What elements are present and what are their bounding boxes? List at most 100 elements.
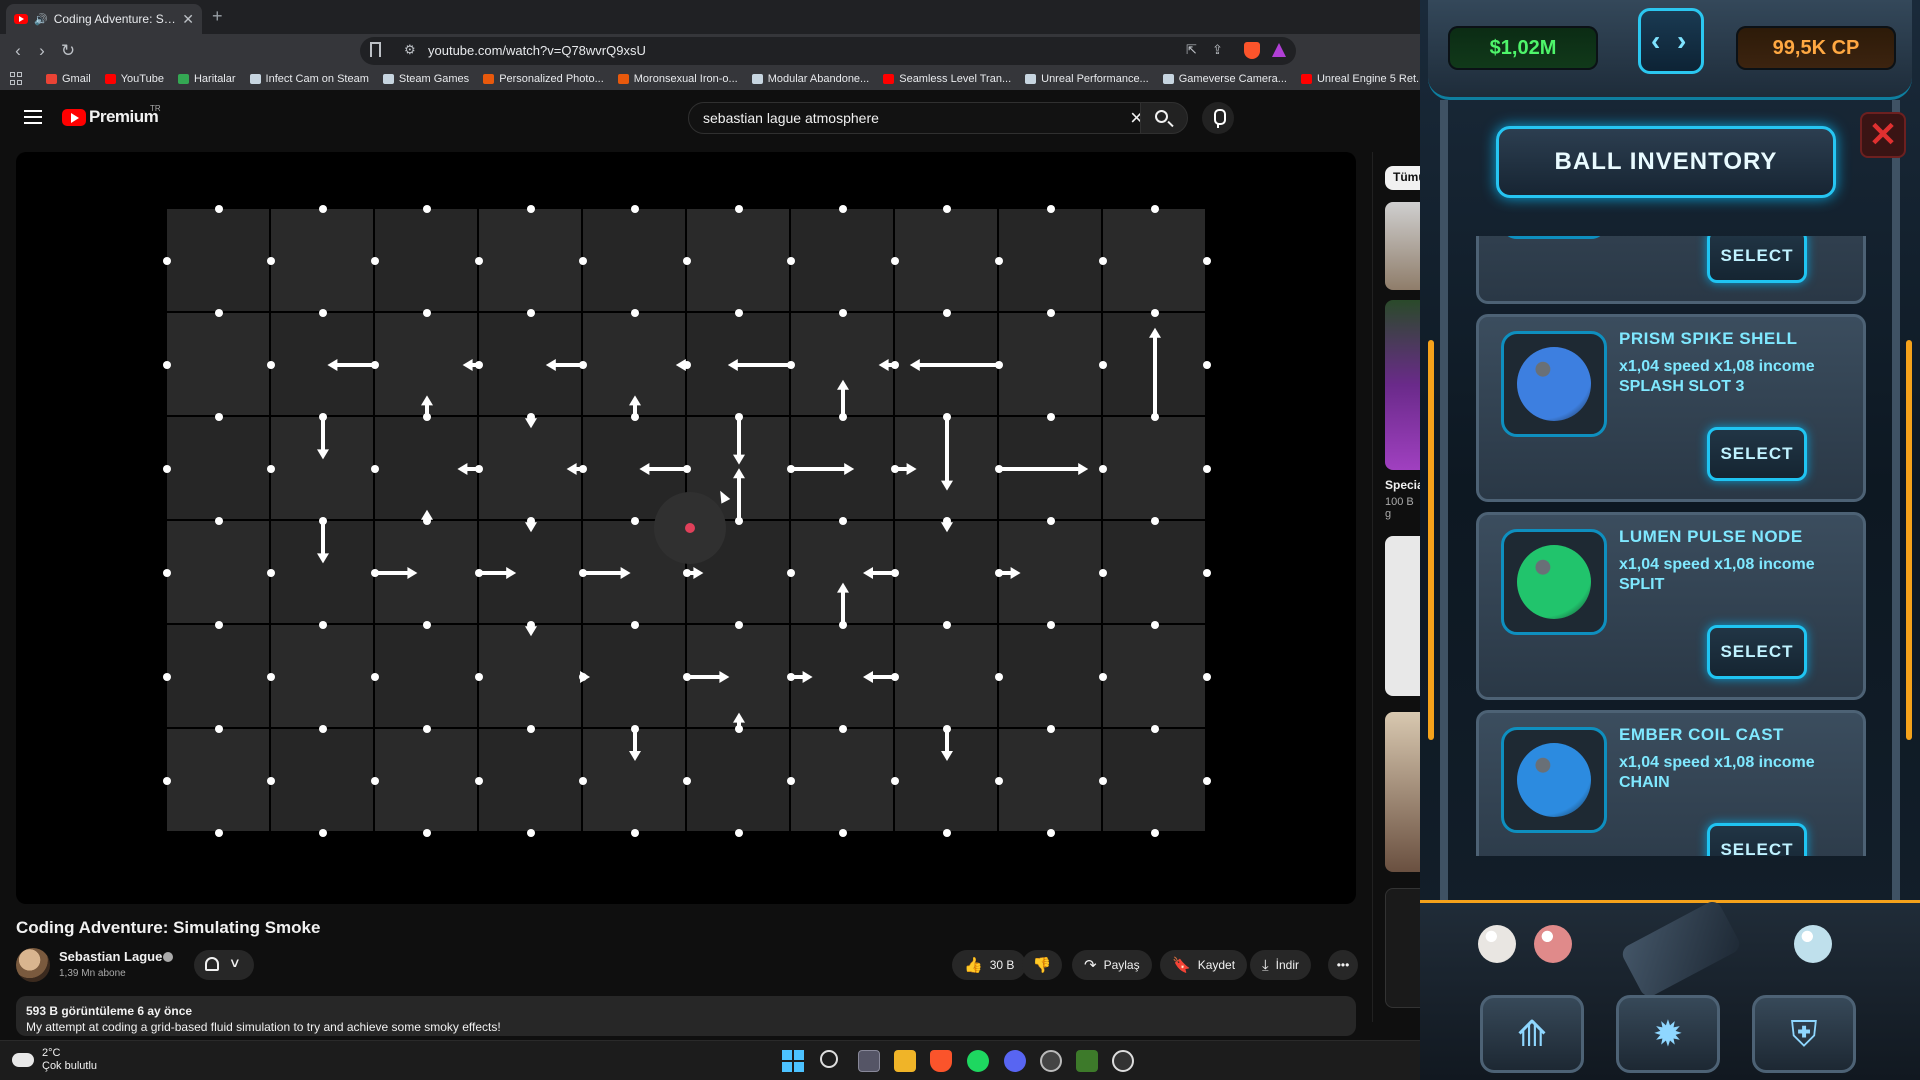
notepad-icon[interactable] (1076, 1050, 1098, 1072)
taskbar-search-icon[interactable] (820, 1050, 838, 1068)
velocity-dot (371, 673, 379, 681)
close-tab-icon[interactable]: ✕ (182, 11, 194, 28)
reload-icon[interactable]: ↻ (56, 39, 80, 63)
menu-icon[interactable] (24, 110, 42, 124)
more-button[interactable]: ••• (1328, 950, 1358, 980)
select-button[interactable]: SELECT (1707, 823, 1807, 856)
channel-name[interactable]: Sebastian Lague (59, 949, 162, 964)
download-button[interactable]: ⤓ İndir (1250, 950, 1311, 980)
forward-icon[interactable]: › (30, 39, 54, 63)
file-explorer-icon[interactable] (894, 1050, 916, 1072)
brave-taskbar-icon[interactable] (930, 1050, 952, 1072)
velocity-dot (215, 413, 223, 421)
select-button[interactable]: SELECT (1707, 236, 1807, 283)
site-info-icon[interactable]: ⚙ (404, 42, 416, 58)
youtube-logo-text[interactable]: Premium (89, 107, 159, 127)
density-source-dot (685, 523, 695, 533)
related-thumbnail[interactable] (1385, 300, 1421, 470)
select-button[interactable]: SELECT (1707, 427, 1807, 481)
weather-widget[interactable]: 2°C Çok bulutlu (8, 1047, 98, 1073)
new-tab-icon[interactable]: + (212, 6, 223, 27)
bookmark-item[interactable]: Moronsexual Iron-o... (617, 73, 738, 85)
bookmark-item[interactable]: Personalized Photo... (483, 73, 604, 85)
ball-card[interactable]: speed x1,08 income SLOT 2SELECT (1476, 236, 1866, 304)
youtube-favicon-icon (14, 14, 28, 24)
bookmark-item[interactable]: Unreal Performance... (1025, 73, 1149, 85)
save-button[interactable]: 🔖 Kaydet (1160, 950, 1248, 980)
velocity-dot (215, 517, 223, 525)
bookmark-item[interactable]: YouTube (104, 73, 164, 85)
grid-cell (479, 729, 581, 831)
bookmark-item[interactable]: Steam Games (382, 73, 469, 85)
open-external-icon[interactable]: ⇱ (1186, 42, 1197, 58)
windows-start-icon[interactable] (782, 1050, 804, 1072)
description-box[interactable]: 593 B görüntüleme 6 ay önce My attempt a… (16, 996, 1356, 1036)
share-icon[interactable]: ⇪ (1212, 42, 1223, 58)
dislike-button[interactable]: 👎 (1022, 950, 1062, 980)
spotify-icon[interactable] (967, 1050, 989, 1072)
back-icon[interactable]: ‹ (6, 39, 30, 63)
velocity-dot (267, 361, 275, 369)
notification-button[interactable]: ∨ (194, 950, 254, 980)
close-inventory-button[interactable]: ✕ (1860, 112, 1906, 158)
share-button[interactable]: ↷ Paylaş (1072, 950, 1152, 980)
voice-search-button[interactable] (1202, 102, 1234, 134)
velocity-dot (371, 257, 379, 265)
youtube-logo-icon[interactable] (62, 109, 86, 126)
select-button[interactable]: SELECT (1707, 625, 1807, 679)
velocity-dot (943, 621, 951, 629)
discord-icon[interactable] (1004, 1050, 1026, 1072)
bookmark-favicon-icon (483, 74, 495, 84)
apps-grid-icon[interactable] (10, 72, 22, 86)
related-thumbnail[interactable] (1385, 888, 1421, 1008)
bookmark-item[interactable]: Gameverse Camera... (1162, 73, 1287, 85)
browser-tab[interactable]: 🔊 Coding Adventure: Simulating Smoke ✕ (6, 4, 202, 34)
ball-card[interactable]: LUMEN PULSE NODE x1,04 speed x1,08 income… (1476, 512, 1866, 700)
bookmark-label: Unreal Performance... (1041, 73, 1149, 85)
grid-cell (895, 625, 997, 727)
brave-rewards-icon[interactable] (1272, 43, 1286, 57)
grid-cell (1103, 417, 1205, 519)
velocity-dot (735, 829, 743, 837)
ball-card[interactable]: EMBER COIL CAST x1,04 speed x1,08 income … (1476, 710, 1866, 856)
search-input[interactable]: sebastian lague atmosphere × (688, 102, 1150, 134)
bookmark-item[interactable]: Haritalar (177, 73, 236, 85)
task-view-icon[interactable] (858, 1050, 880, 1072)
velocity-dot (1047, 829, 1055, 837)
subscriber-count: 1,39 Mn abone (59, 968, 126, 979)
bookmark-item[interactable]: Seamless Level Tran... (883, 73, 1011, 85)
temperature: 2°C (42, 1047, 61, 1059)
related-thumbnail[interactable] (1385, 536, 1421, 696)
speaker-icon[interactable]: 🔊 (34, 13, 48, 26)
url-text[interactable]: youtube.com/watch?v=Q78wvrQ9xsU (428, 43, 646, 58)
bookmark-icon[interactable] (370, 42, 381, 57)
bookmark-item[interactable]: Gmail (46, 73, 91, 85)
channel-avatar[interactable] (16, 948, 50, 982)
weather-text: Çok bulutlu (42, 1060, 98, 1072)
related-thumbnail[interactable] (1385, 712, 1421, 872)
ball-card[interactable]: PRISM SPIKE SHELL x1,04 speed x1,08 incom… (1476, 314, 1866, 502)
grid-cell (167, 313, 269, 415)
upgrades-tab-button[interactable]: ⟰ (1480, 995, 1584, 1073)
bookmark-item[interactable]: Infect Cam on Steam (249, 73, 369, 85)
brave-shield-icon[interactable] (1244, 42, 1260, 59)
unity-hub-icon[interactable] (1040, 1050, 1062, 1072)
address-bar[interactable]: ⚙ youtube.com/watch?v=Q78wvrQ9xsU ⇱ ⇪ (360, 37, 1296, 65)
shop-tab-button[interactable]: ⛨ (1752, 995, 1856, 1073)
unity-icon[interactable] (1112, 1050, 1134, 1072)
launcher-tab-button[interactable]: ✹ (1616, 995, 1720, 1073)
grid-cell (1103, 729, 1205, 831)
related-thumbnail[interactable] (1385, 202, 1421, 290)
like-button[interactable]: 👍 30 B (952, 950, 1027, 980)
bookmark-item[interactable]: Modular Abandone... (751, 73, 869, 85)
search-button[interactable] (1140, 102, 1188, 134)
search-value[interactable]: sebastian lague atmosphere (703, 110, 879, 126)
velocity-dot (839, 725, 847, 733)
inventory-list[interactable]: speed x1,08 income SLOT 2SELECT PRISM SPI… (1476, 236, 1866, 856)
velocity-dot (1203, 465, 1211, 473)
tray-ball (1478, 925, 1516, 963)
video-player[interactable] (16, 152, 1356, 904)
swap-button[interactable]: ‹ › (1638, 8, 1704, 74)
bookmark-item[interactable]: Unreal Engine 5 Ret... (1300, 73, 1420, 85)
grid-cell (1103, 625, 1205, 727)
